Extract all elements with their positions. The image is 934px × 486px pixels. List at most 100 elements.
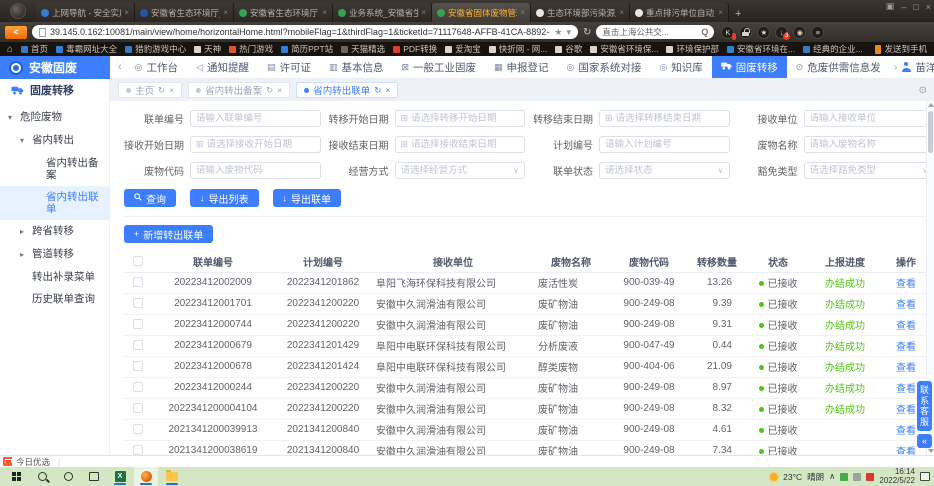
scrollbar-thumb[interactable] — [928, 111, 933, 153]
close-button[interactable]: × — [926, 2, 931, 12]
taskbar-browser[interactable] — [134, 467, 158, 486]
browser-tab[interactable]: 上网导航 - 安全实用... × — [36, 3, 135, 22]
nav-item-knowledge[interactable]: ◎知识库 — [650, 56, 711, 78]
downloads-button[interactable]: ↓3 — [775, 26, 788, 39]
url-text[interactable]: 39.145.0.162:10081/main/view/home/horizo… — [50, 27, 550, 37]
query-button[interactable]: 查询 — [124, 189, 176, 207]
browser-tab[interactable]: 生态环境部污染源监... × — [531, 3, 630, 22]
select-all-checkbox[interactable] — [133, 256, 143, 266]
filter-input-box[interactable]: ∨ — [804, 162, 934, 179]
weather-temp[interactable]: 23°C — [783, 472, 802, 482]
minimize-button[interactable]: – — [901, 2, 906, 12]
sidebar-item[interactable]: 省内转出备案 — [0, 152, 109, 186]
duba-button[interactable]: K — [721, 26, 734, 39]
page-tab[interactable]: 省内转出备案 ↻ × — [188, 82, 290, 98]
network-tray-icon[interactable] — [853, 473, 861, 481]
bookmark-item[interactable]: 天猫精选 — [341, 43, 385, 55]
screenshot-button[interactable]: ◉ — [793, 26, 806, 39]
sidebar-item[interactable]: 转出补录菜单 — [0, 266, 109, 288]
skin-button[interactable]: ▣ — [886, 1, 895, 12]
filter-input[interactable] — [196, 165, 315, 176]
task-view-button[interactable] — [82, 467, 106, 486]
row-checkbox[interactable] — [133, 403, 143, 413]
bookmark-item[interactable]: 天神 — [194, 43, 221, 55]
filter-input-box[interactable]: ∨ — [599, 162, 730, 179]
filter-input[interactable] — [616, 113, 724, 124]
row-checkbox[interactable] — [133, 445, 143, 455]
home-icon[interactable]: ⌂ — [7, 44, 13, 55]
filter-input[interactable] — [411, 113, 519, 124]
tab-options-icon[interactable]: ⊙ — [919, 85, 927, 96]
url-box[interactable]: 39.145.0.162:10081/main/view/home/horizo… — [32, 25, 578, 39]
filter-input-box[interactable] — [599, 136, 730, 153]
bookmark-item[interactable]: 毒霸网址大全 — [56, 43, 117, 55]
row-checkbox[interactable] — [133, 319, 143, 329]
row-checkbox[interactable] — [133, 424, 143, 434]
bookmark-item[interactable]: 快折网 - 网... — [489, 43, 548, 55]
scroll-down-icon[interactable] — [928, 449, 934, 453]
tab-close-icon[interactable]: × — [421, 8, 426, 17]
tab-close-icon[interactable]: × — [619, 8, 624, 17]
security-lock-button[interactable] — [739, 26, 752, 39]
tab-refresh-icon[interactable]: ↻ — [266, 85, 273, 96]
row-checkbox[interactable] — [133, 277, 143, 287]
bookmark-item[interactable]: 谷歌 — [555, 43, 582, 55]
cortana-button[interactable] — [56, 467, 80, 486]
row-checkbox[interactable] — [133, 340, 143, 350]
filter-input[interactable] — [605, 165, 715, 176]
favorites-button[interactable]: ★ — [757, 26, 770, 39]
nav-item-workbench[interactable]: ◎工作台 — [126, 56, 187, 78]
filter-input-box[interactable]: ⊞ — [395, 110, 526, 127]
send-to-phone[interactable]: 发送到手机 — [875, 43, 927, 55]
row-checkbox[interactable] — [133, 382, 143, 392]
tab-close-icon[interactable]: × — [385, 85, 390, 95]
tab-close-icon[interactable]: × — [520, 8, 525, 17]
browser-tab[interactable]: 安徽省生态环境厅_... × — [135, 3, 234, 22]
filter-input-box[interactable] — [190, 162, 321, 179]
tab-close-icon[interactable]: × — [124, 8, 129, 17]
filter-input-box[interactable]: ∨ — [395, 162, 526, 179]
nav-item-license[interactable]: ▤许可证 — [258, 56, 320, 78]
row-checkbox[interactable] — [133, 361, 143, 371]
filter-input[interactable] — [196, 113, 315, 124]
customer-service-widget[interactable]: 联系客服 — [917, 381, 932, 431]
add-manifest-button[interactable]: +新增转出联单 — [124, 225, 213, 243]
tray-expand-icon[interactable]: ∧ — [829, 471, 835, 482]
bookmark-item[interactable]: PDF转换 — [393, 43, 437, 55]
nav-item-declaration[interactable]: ▦申报登记 — [485, 56, 558, 78]
filter-input-box[interactable]: ⊞ — [190, 136, 321, 153]
browser-tab[interactable]: 安徽省固体废物管理 × — [432, 3, 531, 22]
user-menu[interactable]: › 苗洋洋 ∨ — [890, 56, 934, 78]
maximize-button[interactable]: □ — [913, 2, 918, 12]
filter-input[interactable] — [401, 165, 511, 176]
search-text[interactable]: 直击上海公共交... — [602, 26, 669, 38]
filter-input[interactable] — [605, 139, 724, 150]
filter-input[interactable] — [810, 113, 929, 124]
export-manifest-button[interactable]: ↓导出联单 — [273, 189, 342, 207]
filter-input-box[interactable] — [804, 136, 934, 153]
bookmark-item[interactable]: 热门游戏 — [229, 43, 273, 55]
filter-input-box[interactable] — [804, 110, 934, 127]
nav-back-icon[interactable]: ‹ — [110, 56, 126, 78]
collapse-widget-button[interactable]: « — [917, 434, 932, 448]
sidebar-item[interactable]: ▸ 管道转移 — [0, 243, 109, 266]
taskbar-excel[interactable]: X — [108, 467, 132, 486]
back-button[interactable]: < — [5, 26, 27, 39]
filter-input-box[interactable]: ⊞ — [599, 110, 730, 127]
tab-close-icon[interactable]: × — [223, 8, 228, 17]
taskbar-clock[interactable]: 16:14 2022/5/22 — [879, 468, 915, 485]
menu-button[interactable]: ≡ — [811, 26, 824, 39]
tab-refresh-icon[interactable]: ↻ — [158, 85, 165, 96]
bookmark-item[interactable]: 爱淘宝 — [445, 43, 481, 55]
nav-item-national-system[interactable]: ◎国家系统对接 — [558, 56, 651, 78]
nav-item-notifications[interactable]: ◁通知提醒 — [187, 56, 258, 78]
tab-close-icon[interactable]: × — [322, 8, 327, 17]
filter-input[interactable] — [411, 139, 519, 150]
notification-center-icon[interactable] — [920, 472, 930, 481]
url-dropdown-icon[interactable]: ▾ — [566, 27, 571, 38]
row-checkbox[interactable] — [133, 298, 143, 308]
bookmark-item[interactable]: 安徽省环境在... — [727, 43, 795, 55]
page-tab[interactable]: 省内转出联单 ↻ × — [296, 82, 398, 98]
favorite-star-icon[interactable]: ★ — [554, 27, 562, 38]
bookmark-item[interactable]: 首页 — [21, 43, 48, 55]
